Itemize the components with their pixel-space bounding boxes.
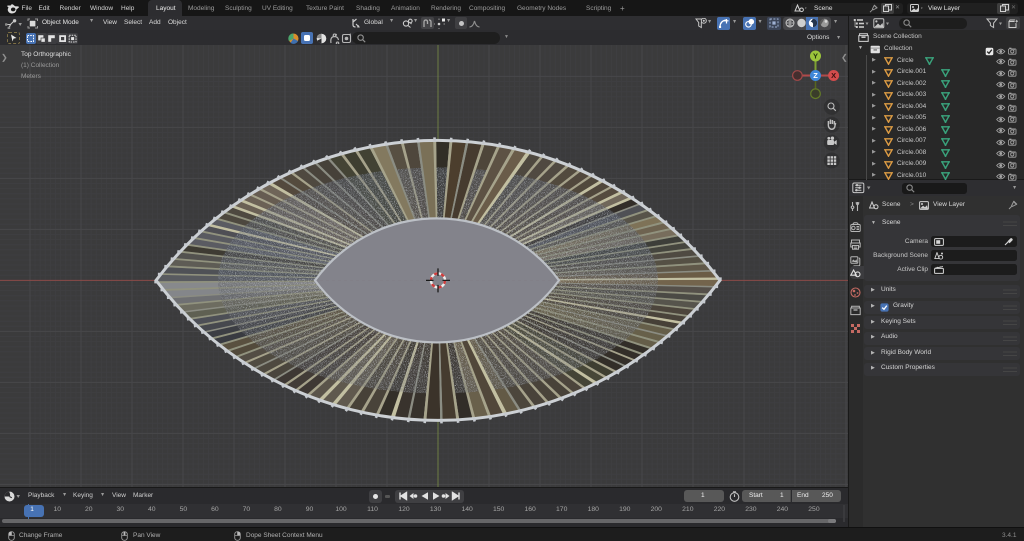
svg-text:Z: Z	[813, 71, 818, 80]
svg-text:Y: Y	[813, 52, 818, 61]
svg-text:X: X	[831, 71, 836, 80]
